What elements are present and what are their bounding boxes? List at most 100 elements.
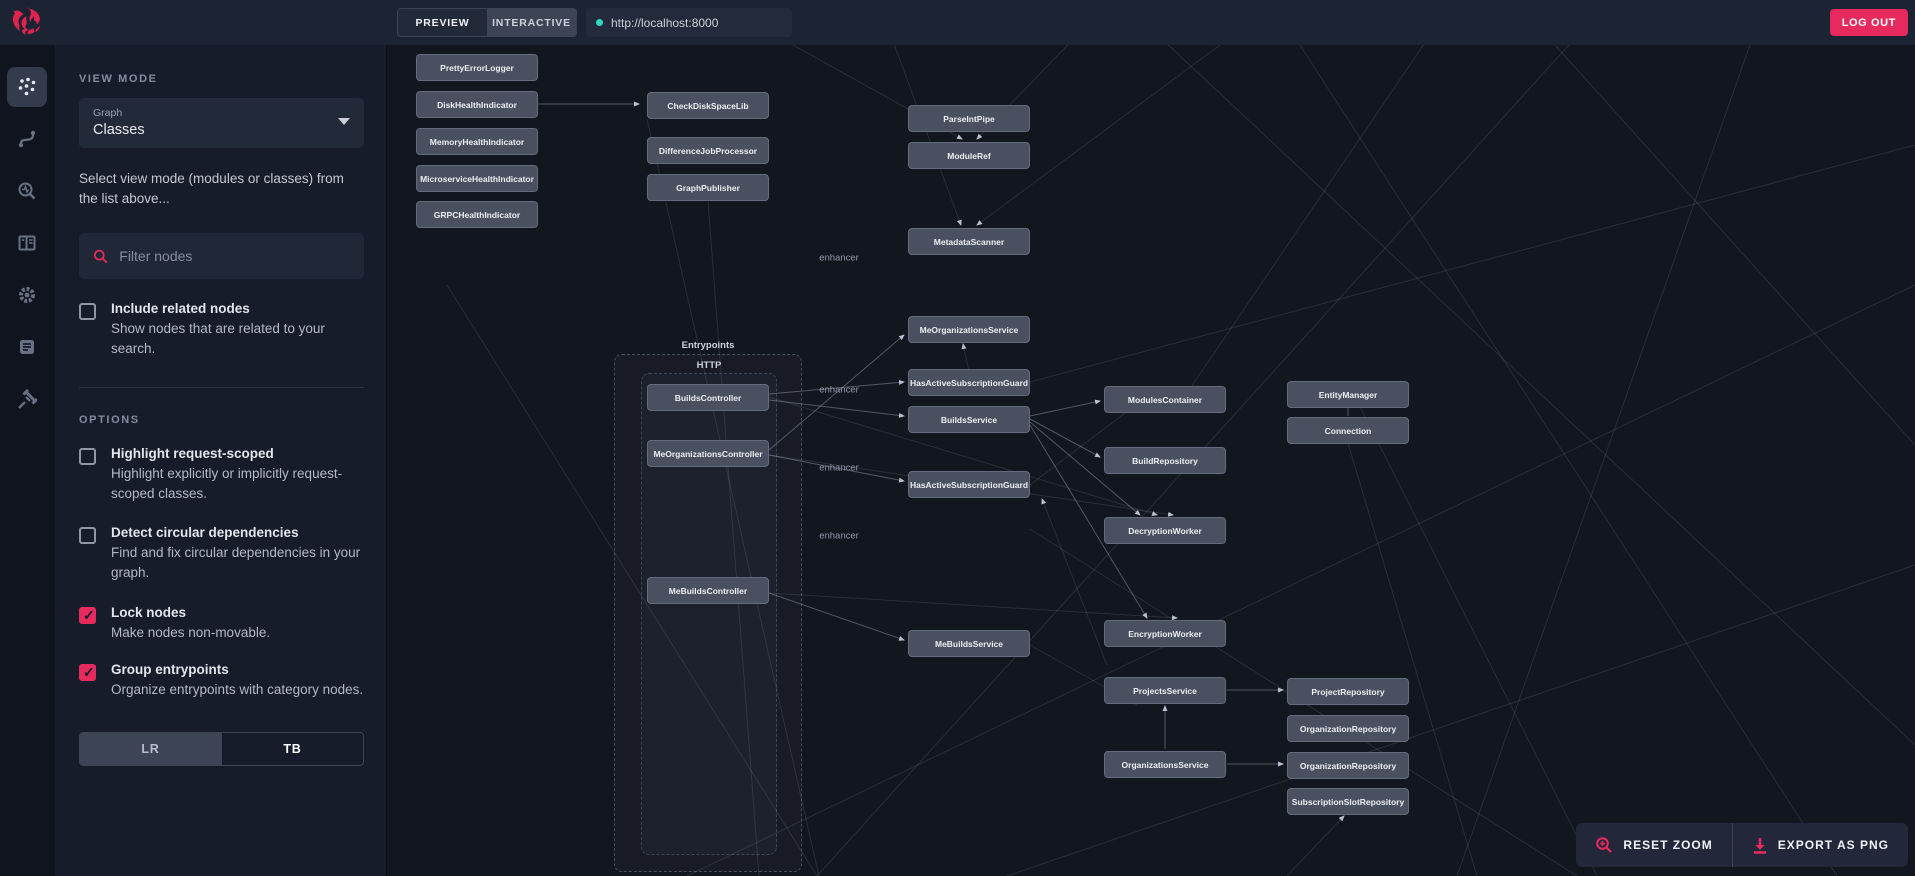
route-icon <box>18 130 36 148</box>
tab-preview[interactable]: PREVIEW <box>398 9 487 36</box>
graph-node[interactable]: BuildsController <box>647 384 769 411</box>
graph-node[interactable]: EncryptionWorker <box>1104 620 1226 647</box>
icon-rail <box>0 45 55 876</box>
graph-node[interactable]: MeBuildsController <box>647 577 769 604</box>
edge-label: enhancer <box>819 462 859 474</box>
sidebar-panel: VIEW MODE Graph Classes Select view mode… <box>55 45 387 876</box>
filter-nodes-field[interactable] <box>79 233 364 280</box>
sidebar-item-graph-view[interactable] <box>7 67 47 107</box>
options-header: OPTIONS <box>79 414 140 427</box>
graph-edge <box>1029 399 1101 417</box>
checkbox[interactable] <box>79 527 96 545</box>
graph-node[interactable]: BuildRepository <box>1104 447 1226 474</box>
option-group-entrypoints[interactable]: Group entrypoints Organize entrypoints w… <box>79 662 364 700</box>
graph-node[interactable]: MemoryHealthIndicator <box>416 128 538 155</box>
search-icon <box>93 249 108 264</box>
graph-node[interactable]: PrettyErrorLogger <box>416 54 538 81</box>
nestjs-logo-icon <box>12 7 40 36</box>
view-mode-hint: Select view mode (modules or classes) fr… <box>79 171 344 206</box>
sidebar-item-audit-view[interactable] <box>7 379 47 419</box>
option-highlight-request-scoped[interactable]: Highlight request-scoped Highlight expli… <box>79 446 364 503</box>
reset-zoom-button[interactable]: RESET ZOOM <box>1576 823 1731 867</box>
zoom-reset-icon <box>1596 837 1613 853</box>
graph-node[interactable]: ProjectRepository <box>1287 678 1409 705</box>
graph-edge <box>976 45 1221 226</box>
graph-edge <box>1554 45 1915 446</box>
graph-mode-select[interactable]: Graph Classes <box>79 98 364 148</box>
graph-node[interactable]: MeOrganizationsController <box>647 440 769 467</box>
graph-node[interactable]: OrganizationRepository <box>1287 715 1409 742</box>
graph-node[interactable]: OrganizationRepository <box>1287 752 1409 779</box>
graph-node[interactable]: ProjectsService <box>1104 677 1226 704</box>
direction-tb-button[interactable]: TB <box>221 732 363 765</box>
graph-node[interactable]: GraphPublisher <box>647 174 769 201</box>
checkbox[interactable] <box>79 606 96 624</box>
library-icon <box>18 235 36 251</box>
filter-nodes-input[interactable] <box>119 248 350 265</box>
sidebar-item-docs-view[interactable] <box>7 327 47 367</box>
graph-node[interactable]: OrganizationsService <box>1104 751 1226 778</box>
download-icon <box>1753 837 1766 854</box>
graph-node[interactable]: MetadataScanner <box>908 228 1030 255</box>
graph-node[interactable]: ModulesContainer <box>1104 386 1226 413</box>
layout-direction-toggle: LR TB <box>79 731 364 766</box>
graph-node[interactable]: DecryptionWorker <box>1104 517 1226 544</box>
graph-node[interactable]: ModuleRef <box>908 142 1030 169</box>
select-value: Classes <box>93 122 145 138</box>
divider <box>79 387 364 389</box>
graph-node[interactable]: HasActiveSubscriptionGuard <box>908 471 1030 498</box>
graph-node[interactable]: BuildsService <box>908 406 1030 433</box>
graph-node[interactable]: MicroserviceHealthIndicator <box>416 165 538 192</box>
graph-node[interactable]: HasActiveSubscriptionGuard <box>908 369 1030 396</box>
graph-node[interactable]: DifferenceJobProcessor <box>647 137 769 164</box>
checkbox[interactable] <box>79 303 96 321</box>
status-dot <box>596 19 603 26</box>
graph-node[interactable]: EntityManager <box>1287 381 1409 408</box>
graph-edge <box>893 45 962 226</box>
checkbox[interactable] <box>79 664 96 682</box>
graph-node[interactable]: GRPCHealthIndicator <box>416 201 538 228</box>
graph-edge <box>768 399 905 418</box>
chevron-down-icon <box>338 118 350 125</box>
sidebar-item-inspect-view[interactable] <box>7 171 47 211</box>
sidebar-item-settings-view[interactable] <box>7 275 47 315</box>
graph-edge <box>1041 498 1108 666</box>
canvas-controls: RESET ZOOM EXPORT AS PNG <box>1576 823 1908 867</box>
graph-node[interactable]: Connection <box>1287 417 1409 444</box>
checkbox[interactable] <box>79 448 96 466</box>
graph-edge <box>707 200 760 876</box>
sidebar-item-routes-view[interactable] <box>7 119 47 159</box>
graph-node[interactable]: MeBuildsService <box>908 630 1030 657</box>
tab-interactive[interactable]: INTERACTIVE <box>487 9 576 36</box>
graph-edge <box>646 118 820 876</box>
graph-edge <box>1167 45 1915 746</box>
option-detect-circular-dependencies[interactable]: Detect circular dependencies Find and fi… <box>79 525 364 582</box>
graph-nodes-icon <box>18 77 36 96</box>
graph-edge <box>1029 144 1915 383</box>
graph-node[interactable]: ParseIntPipe <box>908 105 1030 132</box>
graph-node[interactable]: DiskHealthIndicator <box>416 91 538 118</box>
graph-node[interactable]: MeOrganizationsService <box>908 316 1030 343</box>
graph-edge <box>1286 815 1345 876</box>
target-url-display[interactable]: http://localhost:8000 <box>586 8 792 37</box>
view-tabs: PREVIEW INTERACTIVE <box>397 8 577 37</box>
graph-node[interactable]: CheckDiskSpaceLib <box>647 92 769 119</box>
graph-node[interactable]: SubscriptionSlotRepository <box>1287 788 1409 815</box>
direction-lr-button[interactable]: LR <box>80 732 221 765</box>
gear-icon <box>19 287 35 303</box>
document-icon <box>20 340 34 354</box>
edge-label: enhancer <box>819 252 859 264</box>
view-mode-header: VIEW MODE <box>79 73 158 85</box>
sidebar-item-modules-view[interactable] <box>7 223 47 263</box>
edge-label: enhancer <box>819 384 859 396</box>
log-out-button[interactable]: LOG OUT <box>1829 9 1908 36</box>
option-lock-nodes[interactable]: Lock nodes Make nodes non-movable. <box>79 605 364 643</box>
select-label: Graph <box>93 107 123 119</box>
target-url: http://localhost:8000 <box>611 15 719 30</box>
option-include-related-nodes[interactable]: Include related nodes Show nodes that ar… <box>79 301 364 358</box>
graph-edge <box>1456 45 1751 876</box>
top-bar: PREVIEW INTERACTIVE http://localhost:800… <box>0 0 1915 45</box>
edge-label: enhancer <box>819 530 859 542</box>
export-as-png-button[interactable]: EXPORT AS PNG <box>1731 823 1908 867</box>
graph-canvas[interactable]: Entrypoints HTTP PrettyErrorLogger DiskHe… <box>387 45 1915 876</box>
